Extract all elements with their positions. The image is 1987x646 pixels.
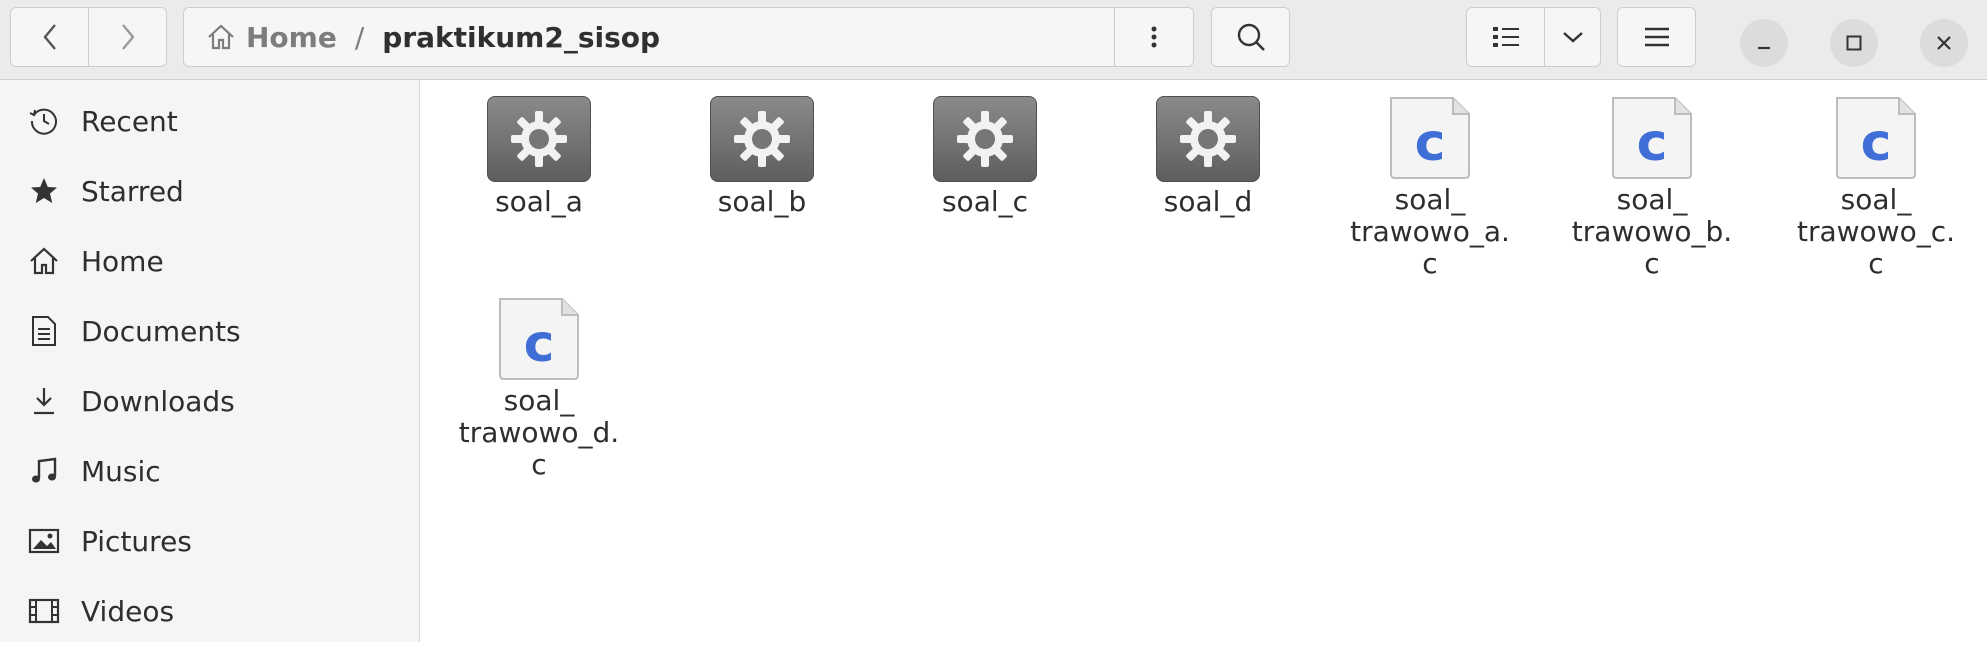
breadcrumb-current-folder[interactable]: praktikum2_sisop	[382, 21, 660, 54]
file-name: soal_c	[941, 185, 1029, 218]
file-item-soal-trawowo-c-c[interactable]: c soal_ trawowo_c. c	[1776, 80, 1976, 280]
executable-gear-icon	[1156, 96, 1260, 182]
minimize-button[interactable]	[1740, 19, 1788, 67]
sidebar-item-pictures[interactable]: Pictures	[0, 506, 419, 576]
file-item-soal-d[interactable]: soal_d	[1108, 80, 1308, 218]
maximize-icon	[1846, 35, 1862, 51]
music-note-icon	[27, 454, 61, 488]
svg-text:c: c	[1861, 113, 1892, 173]
sidebar-item-home[interactable]: Home	[0, 226, 419, 296]
file-name: soal_ trawowo_d. c	[458, 384, 620, 481]
vertical-dots-icon	[1151, 26, 1157, 48]
breadcrumb-home-label: Home	[246, 20, 337, 54]
chevron-right-icon	[121, 24, 135, 50]
sidebar-item-starred[interactable]: Starred	[0, 156, 419, 226]
sidebar-item-label: Starred	[81, 174, 184, 208]
sidebar-item-downloads[interactable]: Downloads	[0, 366, 419, 436]
sidebar: Recent Starred Home Documents Downloads …	[0, 80, 420, 642]
file-name: soal_b	[717, 185, 807, 218]
close-icon	[1937, 36, 1951, 50]
view-options-button[interactable]	[1544, 8, 1600, 66]
breadcrumb-separator: /	[354, 20, 365, 54]
file-name: soal_ trawowo_c. c	[1796, 183, 1955, 280]
maximize-button[interactable]	[1830, 19, 1878, 67]
forward-button[interactable]	[88, 8, 166, 66]
document-icon	[27, 314, 61, 348]
close-button[interactable]	[1920, 19, 1968, 67]
home-icon	[208, 24, 234, 50]
sidebar-item-label: Home	[81, 244, 164, 278]
svg-text:c: c	[1415, 113, 1446, 173]
sidebar-item-label: Downloads	[81, 384, 235, 418]
path-menu-button[interactable]	[1114, 8, 1193, 66]
header-bar: Home / praktikum2_sisop	[0, 0, 1987, 80]
download-icon	[27, 384, 61, 418]
file-name: soal_ trawowo_a. c	[1350, 183, 1510, 280]
c-source-file-icon: c	[1836, 97, 1916, 179]
film-icon	[27, 594, 61, 628]
file-name: soal_d	[1163, 185, 1253, 218]
nav-buttons	[10, 7, 167, 67]
file-item-soal-trawowo-b-c[interactable]: c soal_ trawowo_b. c	[1552, 80, 1752, 280]
file-item-soal-a[interactable]: soal_a	[439, 80, 639, 218]
search-icon	[1237, 23, 1265, 51]
picture-icon	[27, 524, 61, 558]
sidebar-item-label: Documents	[81, 314, 241, 348]
clock-icon	[27, 104, 61, 138]
sidebar-item-label: Videos	[81, 594, 175, 628]
search-button[interactable]	[1211, 7, 1290, 67]
sidebar-item-documents[interactable]: Documents	[0, 296, 419, 366]
sidebar-item-label: Pictures	[81, 524, 192, 558]
star-icon	[27, 174, 61, 208]
file-name: soal_a	[495, 185, 583, 218]
executable-gear-icon	[710, 96, 814, 182]
list-view-icon	[1492, 27, 1519, 47]
executable-gear-icon	[487, 96, 591, 182]
list-view-button[interactable]	[1467, 8, 1544, 66]
file-grid: soal_a soal_b soal_c soal_d c soal_ traw…	[421, 80, 1987, 642]
home-icon	[27, 244, 61, 278]
file-item-soal-c[interactable]: soal_c	[885, 80, 1085, 218]
path-bar: Home / praktikum2_sisop	[183, 7, 1194, 67]
minimize-icon	[1758, 46, 1770, 50]
chevron-left-icon	[42, 24, 56, 50]
sidebar-item-music[interactable]: Music	[0, 436, 419, 506]
c-source-file-icon: c	[1390, 97, 1470, 179]
main-menu-button[interactable]	[1617, 7, 1696, 67]
file-item-soal-trawowo-a-c[interactable]: c soal_ trawowo_a. c	[1330, 80, 1530, 280]
c-source-file-icon: c	[499, 298, 579, 380]
executable-gear-icon	[933, 96, 1037, 182]
hamburger-menu-icon	[1644, 27, 1669, 47]
file-item-soal-trawowo-d-c[interactable]: c soal_ trawowo_d. c	[439, 281, 639, 481]
chevron-down-icon	[1562, 32, 1583, 43]
svg-text:c: c	[1637, 113, 1668, 173]
file-item-soal-b[interactable]: soal_b	[662, 80, 862, 218]
c-source-file-icon: c	[1612, 97, 1692, 179]
sidebar-item-recent[interactable]: Recent	[0, 86, 419, 156]
sidebar-item-label: Music	[81, 454, 161, 488]
breadcrumb-home[interactable]: Home	[206, 21, 337, 54]
sidebar-item-label: Recent	[81, 104, 178, 138]
back-button[interactable]	[11, 8, 88, 66]
view-toggle-group	[1466, 7, 1601, 67]
sidebar-item-videos[interactable]: Videos	[0, 576, 419, 646]
file-name: soal_ trawowo_b. c	[1571, 183, 1733, 280]
svg-text:c: c	[524, 314, 555, 374]
